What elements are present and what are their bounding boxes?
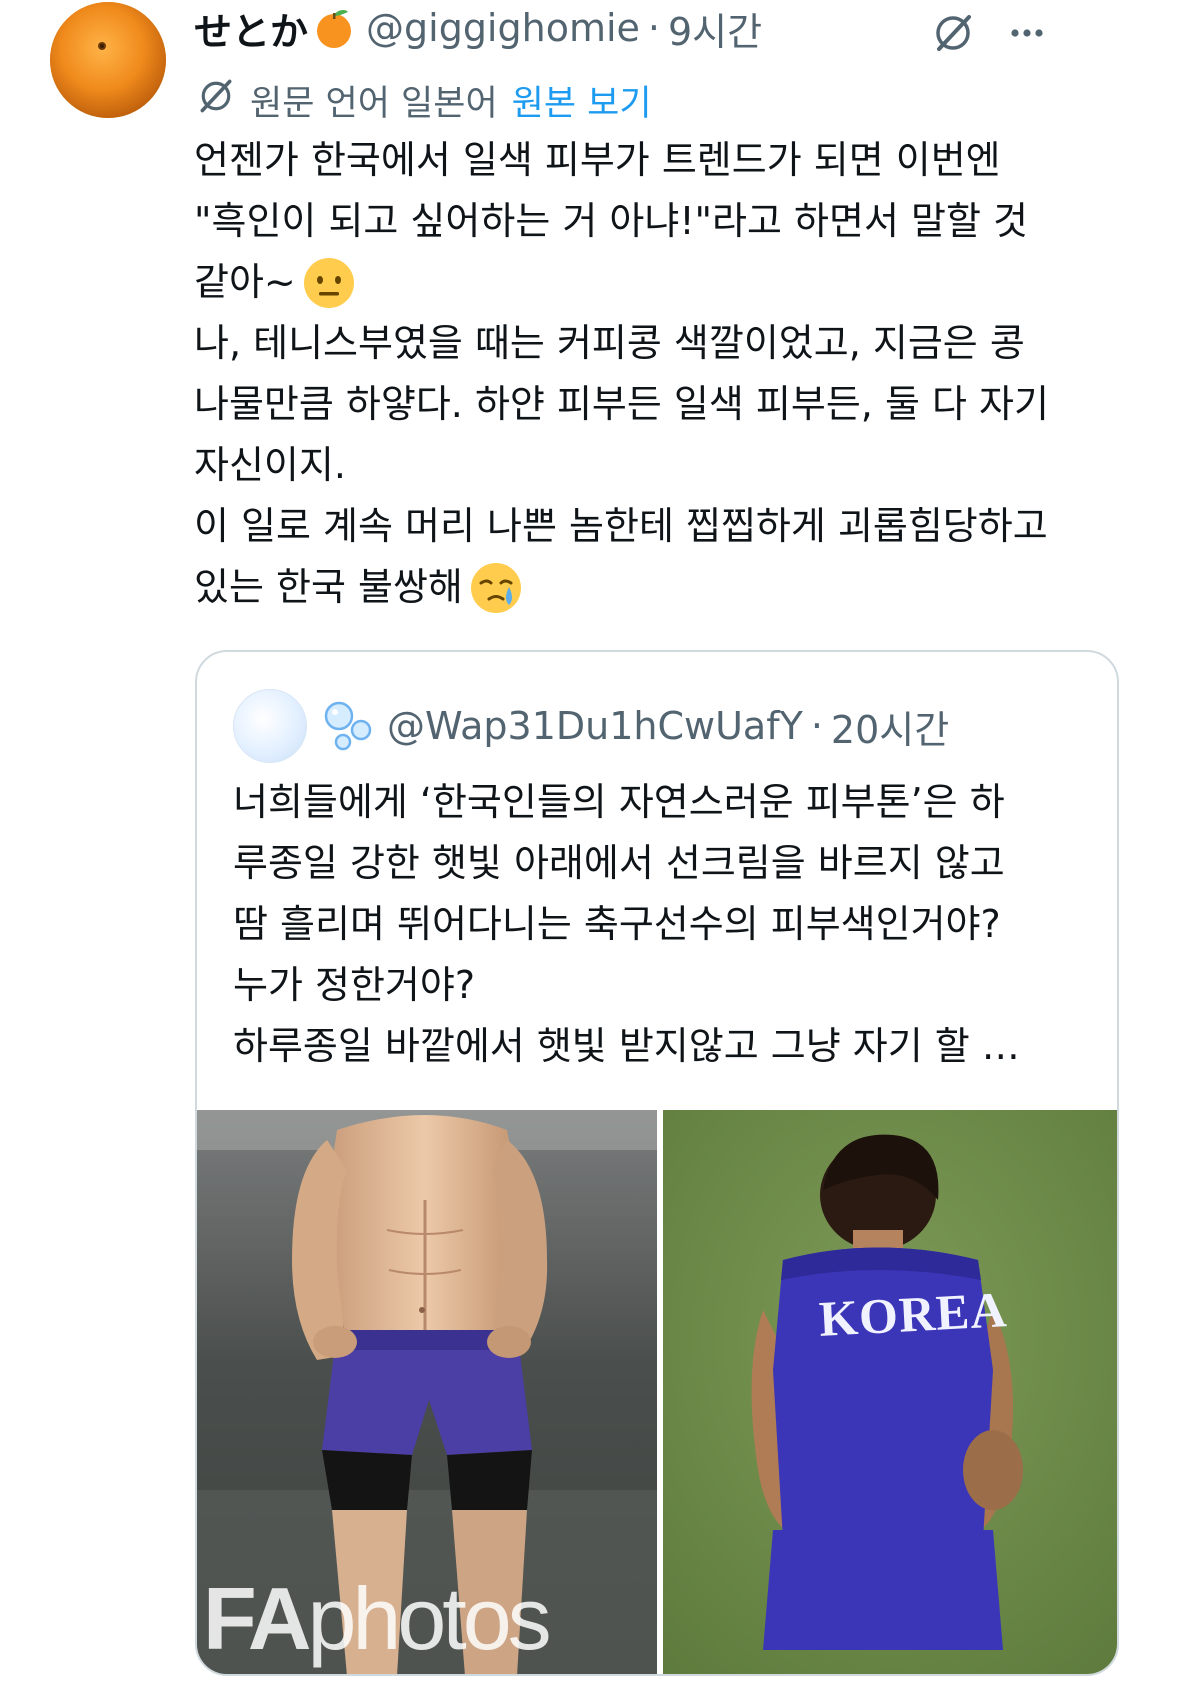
faphotos-watermark: FAphotos xyxy=(203,1569,552,1668)
author-avatar[interactable] xyxy=(50,2,166,118)
author-handle[interactable]: @giggighomie xyxy=(366,6,640,50)
quoted-line: 누가 정한거야? xyxy=(233,963,476,1007)
tweet-line: 나물만큼 하얗다. 하얀 피부든 일색 피부든, 둘 다 자기 xyxy=(194,374,1144,435)
quoted-media-photo-2[interactable]: KOREA xyxy=(663,1110,1117,1674)
tweet-line: 자신이지. xyxy=(194,435,1144,496)
quoted-header-separator: · xyxy=(810,704,823,748)
translation-note: 원문 언어 일본어 xyxy=(250,83,498,124)
korea-jersey-text: KOREA xyxy=(817,1281,1009,1347)
quoted-tweet-text: 너희들에게 ‘한국인들의 자연스러운 피부톤’은 하 루종일 강한 햇빛 아래에… xyxy=(233,772,1093,1077)
quoted-tweet-timestamp[interactable]: 20시간 xyxy=(831,699,949,754)
tweet-line: 언젠가 한국에서 일색 피부가 트렌드가 되면 이번엔 xyxy=(194,130,1144,191)
tweet-line: 같아~ xyxy=(194,252,1144,313)
tweet-line-text: 나, 테니스부였을 때는 커피콩 색깔이었고, 지금은 콩 xyxy=(194,321,1025,365)
more-icon[interactable] xyxy=(1002,8,1052,58)
tweet-line-text: 있는 한국 불쌍해 xyxy=(194,565,463,609)
korea-jersey-player-photo-icon xyxy=(663,1110,1117,1674)
tweet-line-text: "흑인이 되고 싶어하는 거 아냐!"라고 하면서 말할 것 xyxy=(194,199,1028,243)
tweet-header: せとか @giggighomie · 9시간 xyxy=(194,2,762,54)
tweet-line-text: 자신이지. xyxy=(194,443,346,487)
tangerine-emoji-icon xyxy=(312,6,356,50)
translation-row: 원문 언어 일본어 원본 보기 xyxy=(196,74,652,126)
quoted-tweet-card[interactable]: @Wap31Du1hCwUafY · 20시간 너희들에게 ‘한국인들의 자연스… xyxy=(195,650,1119,1676)
quoted-tweet-header: @Wap31Du1hCwUafY · 20시간 xyxy=(233,688,949,764)
tweet-line-text: 이 일로 계속 머리 나쁜 놈한테 찝찝하게 괴롭힘당하고 xyxy=(194,504,1048,548)
tweet-text: 언젠가 한국에서 일색 피부가 트렌드가 되면 이번엔 "흑인이 되고 싶어하는… xyxy=(194,130,1144,618)
tweet-line: 나, 테니스부였을 때는 커피콩 색깔이었고, 지금은 콩 xyxy=(194,313,1144,374)
grok-icon[interactable] xyxy=(928,8,978,58)
quoted-line: 루종일 강한 햇빛 아래에서 선크림을 바르지 않고 xyxy=(233,841,1005,885)
show-original-link[interactable]: 원본 보기 xyxy=(512,75,652,126)
tweet-line: 이 일로 계속 머리 나쁜 놈한테 찝찝하게 괴롭힘당하고 xyxy=(194,496,1144,557)
bubbles-emoji-icon xyxy=(321,698,377,754)
quoted-author-avatar[interactable] xyxy=(233,689,307,763)
crying-face-emoji-icon xyxy=(469,561,523,615)
quoted-line: 너희들에게 ‘한국인들의 자연스러운 피부톤’은 하 xyxy=(233,780,1005,824)
grok-translate-icon xyxy=(196,76,236,125)
quoted-line: 땀 흘리며 뛰어다니는 축구선수의 피부색인거야? xyxy=(233,902,1001,946)
quoted-author-handle[interactable]: @Wap31Du1hCwUafY xyxy=(387,704,803,748)
tweet-line: "흑인이 되고 싶어하는 거 아냐!"라고 하면서 말할 것 xyxy=(194,191,1144,252)
author-display-name[interactable]: せとか xyxy=(194,1,308,56)
tangerine-avatar-icon xyxy=(50,2,166,118)
tweet-line-text: 언젠가 한국에서 일색 피부가 트렌드가 되면 이번엔 xyxy=(194,138,1001,182)
quoted-line: 하루종일 바깥에서 햇빛 받지않고 그냥 자기 할 … xyxy=(233,1024,1020,1068)
header-separator: · xyxy=(647,6,660,50)
tweet-line: 있는 한국 불쌍해 xyxy=(194,557,1144,618)
neutral-face-emoji-icon xyxy=(302,256,356,310)
tweet-line-text: 같아~ xyxy=(194,260,296,304)
tweet-timestamp[interactable]: 9시간 xyxy=(668,1,762,56)
quoted-media-photo-1[interactable]: FAphotos xyxy=(197,1110,657,1674)
tweet-line-text: 나물만큼 하얗다. 하얀 피부든 일색 피부든, 둘 다 자기 xyxy=(194,382,1049,426)
